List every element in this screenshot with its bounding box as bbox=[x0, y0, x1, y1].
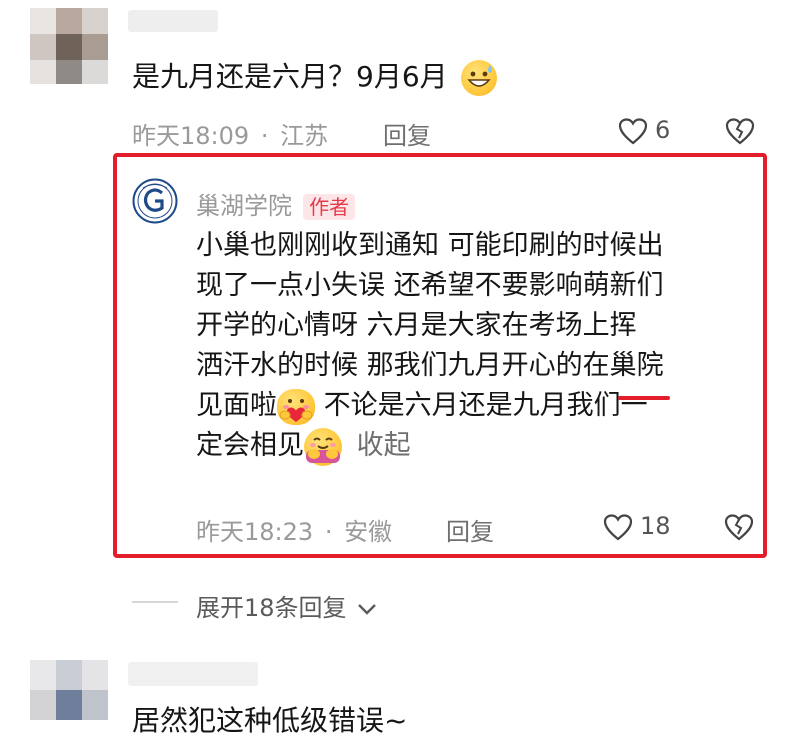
reply-button[interactable]: 回复 bbox=[383, 116, 431, 151]
meta-separator: · bbox=[324, 518, 333, 546]
like-count: 6 bbox=[655, 116, 671, 144]
hug-emoji bbox=[277, 388, 315, 425]
like-button[interactable]: 18 bbox=[602, 510, 682, 542]
comment-time: 昨天18:09 bbox=[132, 122, 250, 150]
reply-line-3: 开学的心情呀 六月是大家在考场上挥 bbox=[196, 310, 637, 341]
chevron-down-icon bbox=[358, 604, 377, 615]
expand-label: 展开18条回复 bbox=[196, 594, 347, 622]
expand-divider bbox=[132, 601, 178, 603]
reply-button[interactable]: 回复 bbox=[446, 512, 494, 547]
broken-heart-icon bbox=[725, 118, 755, 145]
dislike-button[interactable] bbox=[722, 510, 756, 542]
avatar-blurred[interactable] bbox=[30, 8, 110, 84]
comment-text: 是九月还是六月？9月6月 bbox=[132, 60, 497, 96]
reply-time: 昨天18:23 bbox=[196, 518, 314, 546]
grinning-sweat-emoji bbox=[460, 60, 497, 96]
collapse-button[interactable]: 收起 bbox=[357, 430, 411, 461]
author-name[interactable]: 巢湖学院 bbox=[196, 192, 292, 220]
reply-line-5: 见面啦 不论是六月还是九月我们一 bbox=[196, 386, 664, 426]
avatar-blurred[interactable] bbox=[30, 660, 110, 720]
reply-author-header: 巢湖学院 作者 bbox=[196, 186, 356, 221]
like-button[interactable]: 6 bbox=[617, 114, 677, 146]
username-blurred[interactable] bbox=[128, 10, 218, 32]
username-blurred[interactable] bbox=[128, 662, 258, 686]
reply-body: 小巢也刚刚收到通知 可能印刷的时候出 现了一点小失误 还希望不要影响萌新们 开学… bbox=[196, 226, 664, 466]
reply-line-6: 定会相见 收起 bbox=[196, 426, 664, 466]
hugging-face-emoji bbox=[304, 427, 342, 466]
expand-replies-button[interactable]: 展开18条回复 bbox=[196, 588, 378, 623]
author-badge: 作者 bbox=[303, 194, 356, 220]
broken-heart-icon bbox=[724, 514, 754, 541]
red-underline-mark bbox=[618, 396, 670, 400]
reply-line-4: 洒汗水的时候 那我们九月开心的在巢院 bbox=[196, 350, 664, 381]
heart-outline-icon bbox=[618, 118, 648, 145]
reply-label: 回复 bbox=[383, 122, 431, 150]
reply-location: 安徽 bbox=[344, 518, 393, 546]
reply-line-2: 现了一点小失误 还希望不要影响萌新们 bbox=[196, 270, 664, 301]
heart-outline-icon bbox=[603, 514, 633, 541]
comment-location: 江苏 bbox=[280, 122, 329, 150]
school-logo-icon[interactable] bbox=[132, 178, 178, 224]
like-count: 18 bbox=[640, 512, 671, 540]
reply-line-1: 小巢也刚刚收到通知 可能印刷的时候出 bbox=[196, 230, 664, 261]
reply-meta: 昨天18:23 · 安徽 bbox=[196, 512, 392, 547]
reply-label: 回复 bbox=[446, 518, 494, 546]
dislike-button[interactable] bbox=[723, 114, 757, 146]
meta-separator: · bbox=[260, 122, 269, 150]
comment-text: 居然犯这种低级错误~ bbox=[132, 704, 408, 737]
comment-meta: 昨天18:09 · 江苏 bbox=[132, 116, 328, 151]
